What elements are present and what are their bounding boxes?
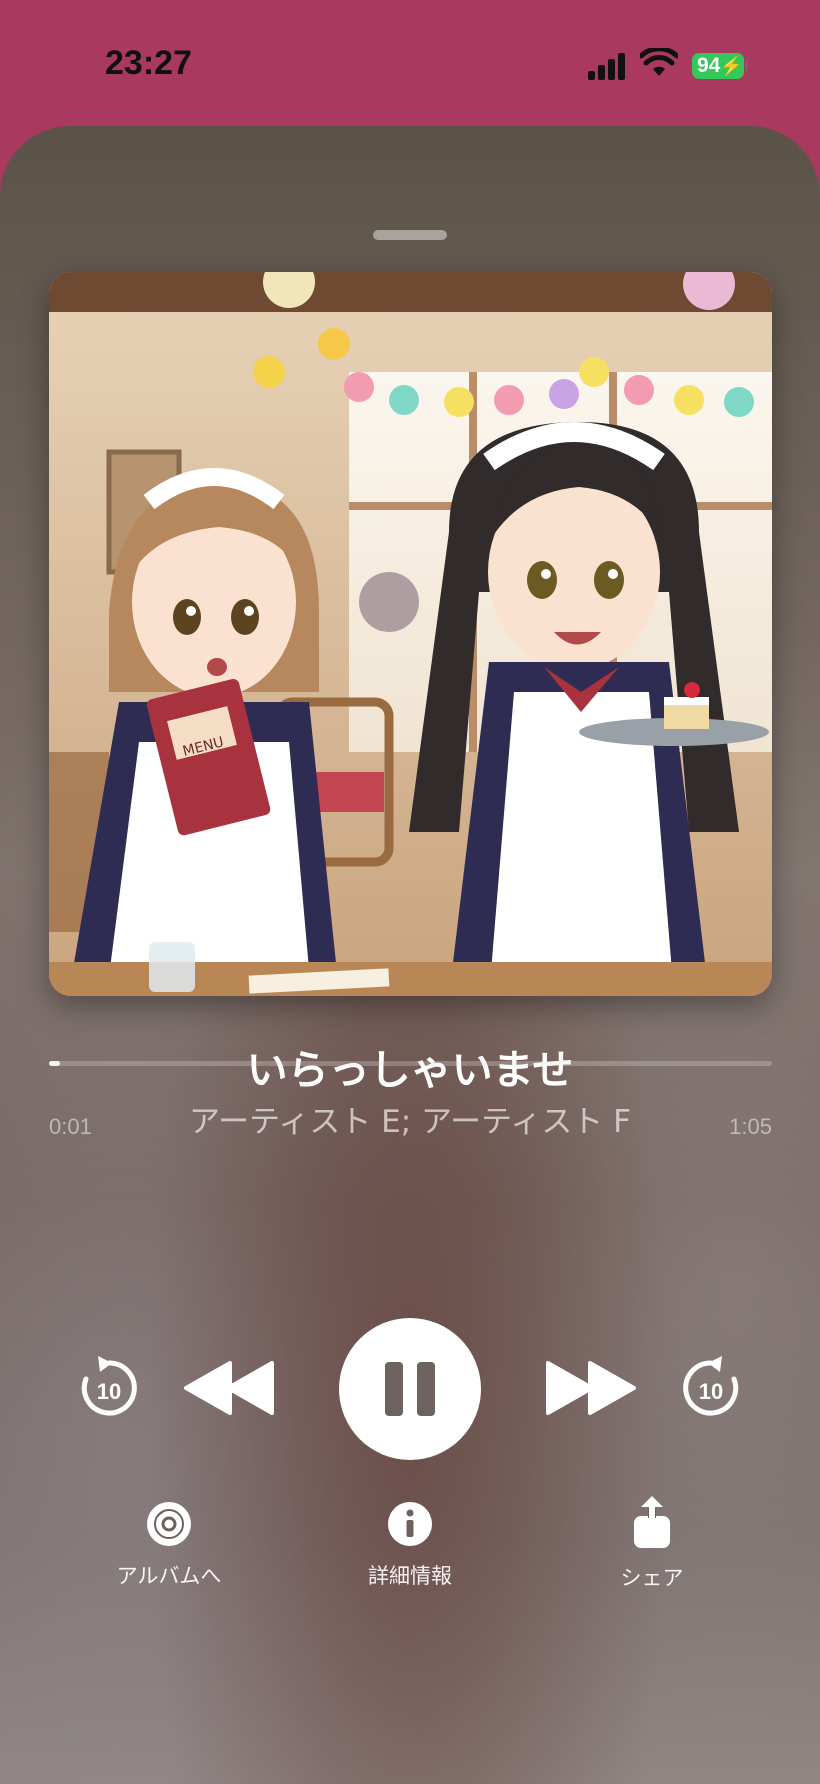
share-icon (634, 1496, 670, 1548)
info-icon (388, 1502, 432, 1546)
now-playing-sheet: MENU いらっしゃいませ アーティスト E; アーティスト F 0:01 1:… (0, 126, 820, 1784)
go-to-album-button[interactable]: アルバムへ (69, 1500, 269, 1590)
pause-button[interactable] (339, 1318, 481, 1460)
pause-icon (385, 1362, 403, 1416)
go-to-album-label: アルバムへ (116, 1564, 222, 1588)
wifi-icon (640, 48, 678, 76)
progress-slider[interactable] (49, 1061, 772, 1066)
skip-forward-10-button[interactable]: 10 (680, 1354, 742, 1418)
elapsed-time: 0:01 (49, 1114, 92, 1139)
album-artwork-maid-cafe-icon: MENU (49, 272, 772, 996)
forward-10-icon: 10 (683, 1356, 739, 1416)
status-bar: 23:27 94⚡ (0, 0, 820, 126)
rewind-icon (184, 1361, 274, 1415)
album-disc-icon (147, 1502, 191, 1546)
battery-tip (745, 61, 748, 71)
next-track-button[interactable] (542, 1359, 638, 1417)
share-label: シェア (620, 1566, 684, 1590)
total-duration: 1:05 (729, 1114, 772, 1139)
status-time: 23:27 (105, 44, 192, 82)
track-artist: アーティスト E; アーティスト F (189, 1104, 631, 1140)
pause-icon-bar (417, 1362, 435, 1416)
share-button[interactable]: シェア (552, 1496, 752, 1592)
previous-track-button[interactable] (182, 1359, 278, 1417)
rewind-10-icon: 10 (81, 1356, 137, 1416)
progress-fill (49, 1061, 60, 1066)
cellular-signal-icon (588, 52, 628, 80)
skip-back-label: 10 (97, 1379, 121, 1404)
battery-icon: 94⚡ (692, 53, 744, 79)
skip-forward-label: 10 (699, 1379, 723, 1404)
skip-back-10-button[interactable]: 10 (78, 1354, 140, 1418)
sheet-grabber[interactable] (373, 230, 447, 240)
details-label: 詳細情報 (368, 1564, 452, 1588)
album-artwork: MENU (49, 272, 772, 996)
details-button[interactable]: 詳細情報 (310, 1500, 510, 1590)
battery-level: 94 (697, 54, 721, 77)
fast-forward-icon (546, 1361, 636, 1415)
track-title: いらっしゃいませ (246, 1046, 574, 1094)
